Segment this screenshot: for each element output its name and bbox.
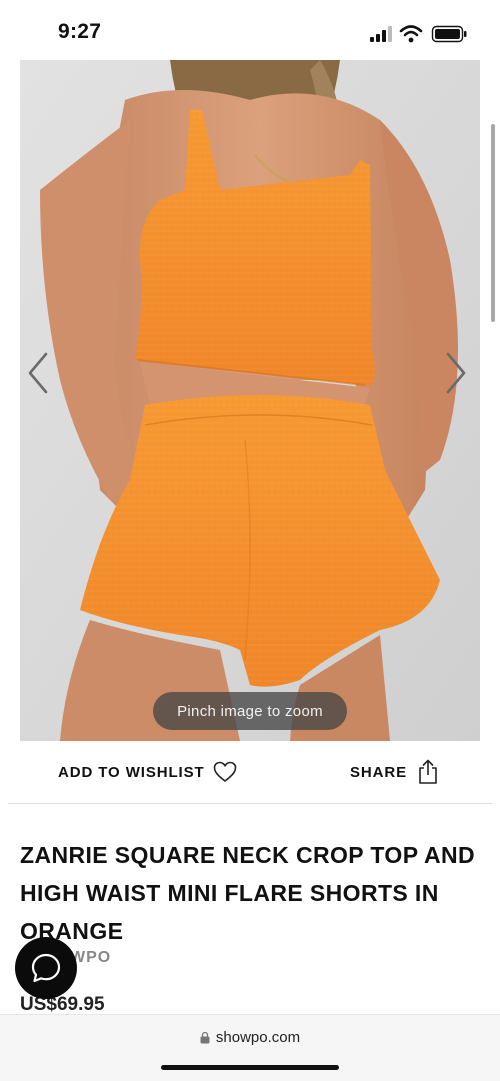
cellular-signal-icon xyxy=(370,26,392,42)
share-label: SHARE xyxy=(350,763,408,781)
chat-button[interactable] xyxy=(15,937,77,999)
wifi-icon xyxy=(399,25,423,43)
scroll-indicator[interactable] xyxy=(491,124,495,322)
url-display[interactable]: showpo.com xyxy=(0,1029,500,1046)
status-icons xyxy=(370,24,470,44)
battery-icon xyxy=(431,25,467,43)
product-image[interactable] xyxy=(20,60,480,741)
product-actions: ADD TO WISHLIST SHARE xyxy=(0,748,500,796)
wishlist-label: ADD TO WISHLIST xyxy=(58,763,205,781)
home-indicator[interactable] xyxy=(161,1065,339,1070)
chevron-right-icon xyxy=(446,352,466,394)
zoom-hint: Pinch image to zoom xyxy=(153,692,347,730)
status-bar: 9:27 xyxy=(0,0,500,60)
heart-icon xyxy=(213,761,236,782)
browser-url-bar[interactable]: showpo.com xyxy=(0,1014,500,1081)
product-price: US$69.95 xyxy=(20,994,105,1015)
add-to-wishlist-button[interactable]: ADD TO WISHLIST xyxy=(58,758,237,786)
divider xyxy=(8,803,492,804)
chevron-left-icon xyxy=(28,352,48,394)
share-icon xyxy=(419,759,437,784)
lock-icon xyxy=(200,1031,210,1044)
previous-image-button[interactable] xyxy=(22,350,56,396)
product-title: ZANRIE SQUARE NECK CROP TOP AND HIGH WAI… xyxy=(20,842,475,944)
share-button[interactable]: SHARE xyxy=(350,758,439,786)
url-text: showpo.com xyxy=(215,1029,301,1046)
chat-bubble-icon xyxy=(31,953,61,983)
next-image-button[interactable] xyxy=(438,350,472,396)
status-time: 9:27 xyxy=(58,20,102,43)
